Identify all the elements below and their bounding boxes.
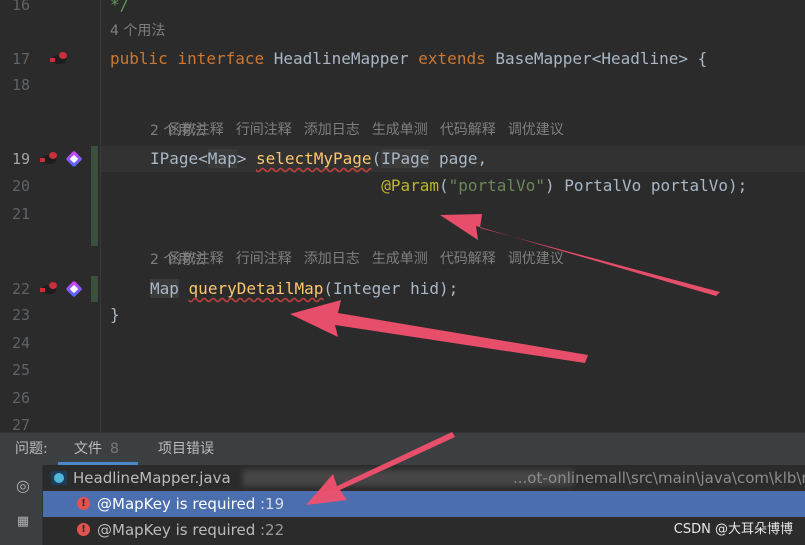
param-type: IPage <box>381 149 430 168</box>
error-icon: ! <box>77 523 90 536</box>
ai-action-link[interactable]: 生成单测 <box>372 122 428 138</box>
file-name: HeadlineMapper.java <box>73 469 231 487</box>
base-type: BaseMapper<Headline> { <box>495 49 708 68</box>
paren: ( <box>438 176 449 195</box>
ai-action-link[interactable]: 添加日志 <box>304 251 360 267</box>
line-number: 27 <box>11 416 30 432</box>
problem-item[interactable]: ! @MapKey is required :19 <box>43 491 805 517</box>
java-interface-icon <box>51 471 67 485</box>
ai-actions-bar: 函数注释 行间注释 添加日志 生成单测 代码解释 调优建议 <box>150 223 576 267</box>
line-ref: :22 <box>260 521 285 539</box>
mybatis-navigate-icon[interactable] <box>65 280 83 298</box>
type-argument: Map <box>207 149 237 168</box>
problem-message: @MapKey is required :19 <box>97 491 284 517</box>
usage-hint[interactable]: 2 个用法 <box>150 248 205 272</box>
ai-action-link[interactable]: 行间注释 <box>236 122 292 138</box>
ai-action-link[interactable]: 代码解释 <box>440 122 496 138</box>
param-rest: ) PortalVo portalVo); <box>544 176 748 195</box>
line-number: 26 <box>11 389 30 407</box>
comment-end: */ <box>110 0 130 14</box>
keyword-extends: extends <box>418 49 486 68</box>
line-number: 18 <box>11 76 30 94</box>
tab-file-label: 文件 <box>74 441 102 457</box>
line-number: 17 <box>11 50 30 68</box>
interface-name: HeadlineMapper <box>273 49 409 68</box>
mybatisx-bird-icon[interactable] <box>40 152 60 166</box>
error-icon: ! <box>77 497 90 510</box>
tab-project-errors[interactable]: 项目错误 <box>158 433 214 465</box>
gutter-separator <box>100 0 101 432</box>
line-number: 25 <box>11 361 30 379</box>
code-editor[interactable]: 16 17 18 19 20 21 22 23 24 25 26 27 */ 4… <box>0 0 805 432</box>
method-name[interactable]: queryDetailMap <box>189 279 324 298</box>
message-text: @MapKey is required <box>97 521 256 539</box>
ai-action-link[interactable]: 调优建议 <box>508 251 564 267</box>
line-number: 19 <box>11 150 30 168</box>
ai-action-link[interactable]: 调优建议 <box>508 122 564 138</box>
target-icon[interactable]: ◎ <box>14 477 32 495</box>
panel-title: 问题: <box>15 441 48 457</box>
ai-action-link[interactable]: 添加日志 <box>304 122 360 138</box>
method-select-my-page: IPage<Map> selectMyPage(IPage page, <box>150 146 487 172</box>
tab-file[interactable]: 文件 8 <box>74 433 119 465</box>
method-query-detail-map: Map queryDetailMap(Integer hid); <box>150 276 458 302</box>
watermark: CSDN @大耳朵博博 <box>673 522 793 537</box>
problems-tabs: 问题: 文件 8 项目错误 <box>0 433 805 465</box>
ai-action-link[interactable]: 生成单测 <box>372 251 428 267</box>
ai-actions-bar: 函数注释 行间注释 添加日志 生成单测 代码解释 调优建议 <box>150 94 576 138</box>
panel-toolbar: ◎ ▦ <box>0 465 43 545</box>
interface-declaration: public interface HeadlineMapper extends … <box>110 46 707 72</box>
file-path: ...ot-onlinemall\src\main\java\com\klb\m… <box>513 469 805 487</box>
line-number: 23 <box>11 306 30 324</box>
paren: ( <box>371 149 382 168</box>
annotation-param: @Param <box>381 176 439 195</box>
problems-panel: 问题: 文件 8 项目错误 ◎ ▦ HeadlineMapper.java ...… <box>0 432 805 545</box>
vcs-change-marker[interactable] <box>91 276 98 302</box>
line-number: 24 <box>11 334 30 352</box>
return-type: IPage< <box>150 149 208 168</box>
line-number: 16 <box>11 0 30 14</box>
message-text: @MapKey is required <box>97 495 256 513</box>
line-ref: :19 <box>260 495 285 513</box>
usage-hint[interactable]: 4 个用法 <box>110 19 165 43</box>
keyword-public: public <box>110 49 168 68</box>
group-by-icon[interactable]: ▦ <box>14 513 32 531</box>
line-number: 22 <box>11 280 30 298</box>
method-params-line: @Param("portalVo") PortalVo portalVo); <box>150 173 747 199</box>
closing-brace: } <box>110 305 120 324</box>
return-type: Map <box>150 279 179 298</box>
keyword-interface: interface <box>177 49 265 68</box>
param-list: (Integer hid); <box>323 279 459 298</box>
usage-hint[interactable]: 2 个用法 <box>150 119 205 143</box>
param-name: page, <box>429 149 488 168</box>
file-node[interactable]: HeadlineMapper.java ...ot-onlinemall\src… <box>43 465 805 491</box>
mybatisx-bird-icon[interactable] <box>50 52 70 66</box>
line-number: 20 <box>11 177 30 195</box>
mybatisx-bird-icon[interactable] <box>40 282 60 296</box>
vcs-change-marker[interactable] <box>91 146 98 246</box>
method-name[interactable]: selectMyPage <box>256 149 372 168</box>
tab-file-count: 8 <box>110 441 119 457</box>
problem-message: @MapKey is required :22 <box>97 517 284 543</box>
string-literal: "portalVo" <box>448 176 545 195</box>
type-close: > <box>236 149 256 168</box>
mybatis-navigate-icon[interactable] <box>65 150 83 168</box>
ai-action-link[interactable]: 代码解释 <box>440 251 496 267</box>
line-number: 21 <box>11 205 30 223</box>
ai-action-link[interactable]: 行间注释 <box>236 251 292 267</box>
